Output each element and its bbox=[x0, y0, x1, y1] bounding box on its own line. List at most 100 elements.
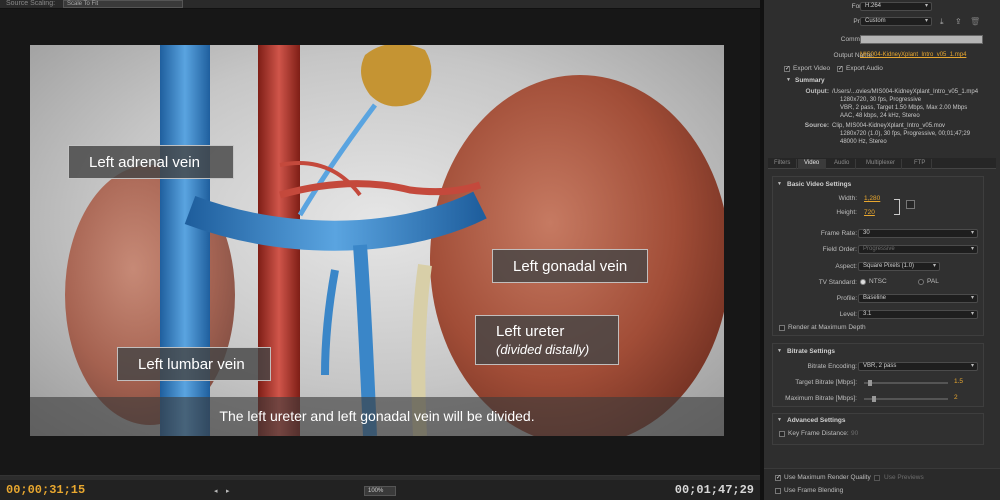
frame-blending-checkbox[interactable] bbox=[775, 488, 781, 494]
constrain-proportions-checkbox[interactable] bbox=[906, 200, 915, 209]
profile-select[interactable]: Baseline bbox=[858, 294, 978, 303]
delete-preset-icon[interactable]: 🗑 bbox=[970, 17, 980, 26]
adrenal-vein-shape bbox=[297, 103, 378, 217]
height-label: Height: bbox=[836, 209, 857, 216]
width-label: Width: bbox=[838, 195, 857, 202]
max-render-quality-checkbox[interactable]: ✓ bbox=[775, 475, 781, 481]
import-preset-icon[interactable]: ⇪ bbox=[955, 17, 962, 26]
max-bitrate-label: Maximum Bitrate [Mbps]: bbox=[785, 395, 857, 402]
label-left-lumbar-vein: Left lumbar vein bbox=[117, 347, 271, 381]
label-text: Left ureter bbox=[496, 323, 565, 340]
tab-filters[interactable]: Filters bbox=[768, 159, 798, 169]
bitrate-toggle-icon[interactable]: ▼ bbox=[777, 348, 782, 354]
use-previews-label: Use Previews bbox=[884, 474, 924, 481]
ntsc-label: NTSC bbox=[869, 278, 887, 285]
playback-bar: 00;00;31;15 ◂ ▸ 100% 00;01;47;29 bbox=[0, 475, 760, 500]
level-select[interactable]: 3.1 bbox=[858, 310, 978, 319]
pal-radio[interactable] bbox=[918, 279, 924, 285]
set-in-point-icon[interactable]: ◂ bbox=[214, 487, 218, 495]
summary-source-label: Source: bbox=[804, 122, 829, 129]
key-frame-label: Key Frame Distance: bbox=[788, 430, 849, 437]
basic-video-title: Basic Video Settings bbox=[787, 181, 852, 188]
export-settings-window: Source Scaling: Scale To Fit Left adrena… bbox=[0, 0, 1000, 500]
tab-multiplexer[interactable]: Multiplexer bbox=[860, 159, 903, 169]
bitrate-encoding-label: Bitrate Encoding: bbox=[807, 363, 857, 370]
basic-video-toggle-icon[interactable]: ▼ bbox=[777, 181, 782, 187]
scrub-track[interactable] bbox=[0, 476, 760, 480]
label-text: Left adrenal vein bbox=[89, 153, 200, 171]
adrenal-gland-shape bbox=[361, 45, 432, 107]
pal-label: PAL bbox=[927, 278, 939, 285]
source-scaling-bar: Source Scaling: Scale To Fit bbox=[0, 0, 760, 9]
label-left-adrenal-vein: Left adrenal vein bbox=[68, 145, 234, 179]
export-video-label: Export Video bbox=[793, 65, 831, 72]
summary-line: 1280x720, 30 fps, Progressive bbox=[840, 97, 922, 103]
summary-line: VBR, 2 pass, Target 1.50 Mbps, Max 2.00 … bbox=[840, 105, 968, 111]
tab-video[interactable]: Video bbox=[798, 159, 827, 169]
summary-line: Clip, MIS004-KidneyXplant_Intro_v05.mov bbox=[832, 123, 946, 129]
target-bitrate-slider[interactable] bbox=[864, 380, 948, 386]
height-value[interactable]: 720 bbox=[864, 209, 875, 216]
level-label: Level: bbox=[839, 311, 857, 318]
zoom-select[interactable]: 100% bbox=[364, 486, 396, 496]
target-bitrate-value[interactable]: 1.5 bbox=[954, 378, 963, 385]
profile-label: Profile: bbox=[836, 295, 857, 302]
max-bitrate-value[interactable]: 2 bbox=[954, 394, 958, 401]
frame-rate-select[interactable]: 30 bbox=[858, 229, 978, 238]
tv-standard-label: TV Standard: bbox=[818, 279, 857, 286]
label-subtext: (divided distally) bbox=[496, 342, 590, 357]
preview-panel: Source Scaling: Scale To Fit Left adrena… bbox=[0, 0, 760, 500]
advanced-title: Advanced Settings bbox=[787, 417, 846, 424]
export-audio-checkbox[interactable]: ✓ bbox=[837, 66, 843, 72]
slider-thumb[interactable] bbox=[872, 396, 876, 402]
settings-tabs: Filters Video Audio Multiplexer FTP bbox=[768, 158, 996, 169]
preset-select[interactable]: Custom bbox=[860, 17, 932, 26]
label-text: Left lumbar vein bbox=[138, 355, 245, 373]
current-timecode[interactable]: 00;00;31;15 bbox=[6, 483, 85, 497]
label-text: Left gonadal vein bbox=[513, 257, 628, 275]
advanced-toggle-icon[interactable]: ▼ bbox=[777, 417, 782, 423]
use-previews-checkbox[interactable] bbox=[874, 475, 880, 481]
frame-rate-label: Frame Rate: bbox=[820, 230, 857, 237]
video-frame: Left adrenal vein Left lumbar vein Left … bbox=[30, 45, 724, 436]
max-depth-checkbox[interactable] bbox=[779, 325, 785, 331]
field-order-label: Field Order: bbox=[822, 246, 857, 253]
tab-ftp[interactable]: FTP bbox=[908, 159, 933, 169]
format-select[interactable]: H.264 bbox=[860, 2, 932, 11]
aspect-link-bracket bbox=[894, 199, 900, 215]
duration-timecode: 00;01;47;29 bbox=[674, 483, 754, 497]
key-frame-value[interactable]: 90 bbox=[851, 430, 858, 437]
field-order-select[interactable]: Progressive bbox=[858, 245, 978, 254]
save-preset-icon[interactable]: ⤓ bbox=[940, 17, 944, 27]
summary-line: 1280x720 (1.0), 30 fps, Progressive, 00;… bbox=[840, 131, 971, 137]
ntsc-radio[interactable] bbox=[860, 279, 866, 285]
summary-source-text: Clip, MIS004-KidneyXplant_Intro_v05.mov … bbox=[832, 122, 970, 146]
aspect-select[interactable]: Square Pixels (1.0) bbox=[858, 262, 940, 271]
render-options-footer bbox=[764, 468, 1000, 500]
summary-line: AAC, 48 kbps, 24 kHz, Stereo bbox=[840, 113, 920, 119]
export-video-checkbox[interactable]: ✓ bbox=[784, 66, 790, 72]
renal-vein-shape bbox=[184, 191, 487, 251]
max-bitrate-slider[interactable] bbox=[864, 396, 948, 402]
label-left-gonadal-vein: Left gonadal vein bbox=[492, 249, 648, 283]
comments-input[interactable] bbox=[860, 35, 983, 44]
bitrate-title: Bitrate Settings bbox=[787, 348, 836, 355]
summary-output-text: /Users/...ovies/MIS004-KidneyXplant_Intr… bbox=[832, 88, 978, 120]
key-frame-checkbox[interactable] bbox=[779, 431, 785, 437]
summary-output-label: Output: bbox=[805, 88, 829, 95]
max-depth-label: Render at Maximum Depth bbox=[788, 324, 866, 331]
max-render-quality-label: Use Maximum Render Quality bbox=[784, 474, 871, 481]
summary-line: 48000 Hz, Stereo bbox=[840, 139, 887, 145]
bitrate-encoding-select[interactable]: VBR, 2 pass bbox=[858, 362, 978, 371]
tab-audio[interactable]: Audio bbox=[828, 159, 857, 169]
set-out-point-icon[interactable]: ▸ bbox=[226, 487, 230, 495]
source-scaling-select[interactable]: Scale To Fit bbox=[62, 0, 183, 8]
aspect-label: Aspect: bbox=[835, 263, 857, 270]
summary-title: Summary bbox=[795, 77, 825, 84]
slider-thumb[interactable] bbox=[868, 380, 872, 386]
frame-blending-label: Use Frame Blending bbox=[784, 487, 844, 494]
output-name-link[interactable]: MIS004-KidneyXplant_Intro_v05_1.mp4 bbox=[860, 52, 966, 58]
width-value[interactable]: 1,280 bbox=[864, 195, 880, 202]
summary-toggle-icon[interactable]: ▼ bbox=[786, 77, 791, 83]
export-audio-label: Export Audio bbox=[846, 65, 883, 72]
